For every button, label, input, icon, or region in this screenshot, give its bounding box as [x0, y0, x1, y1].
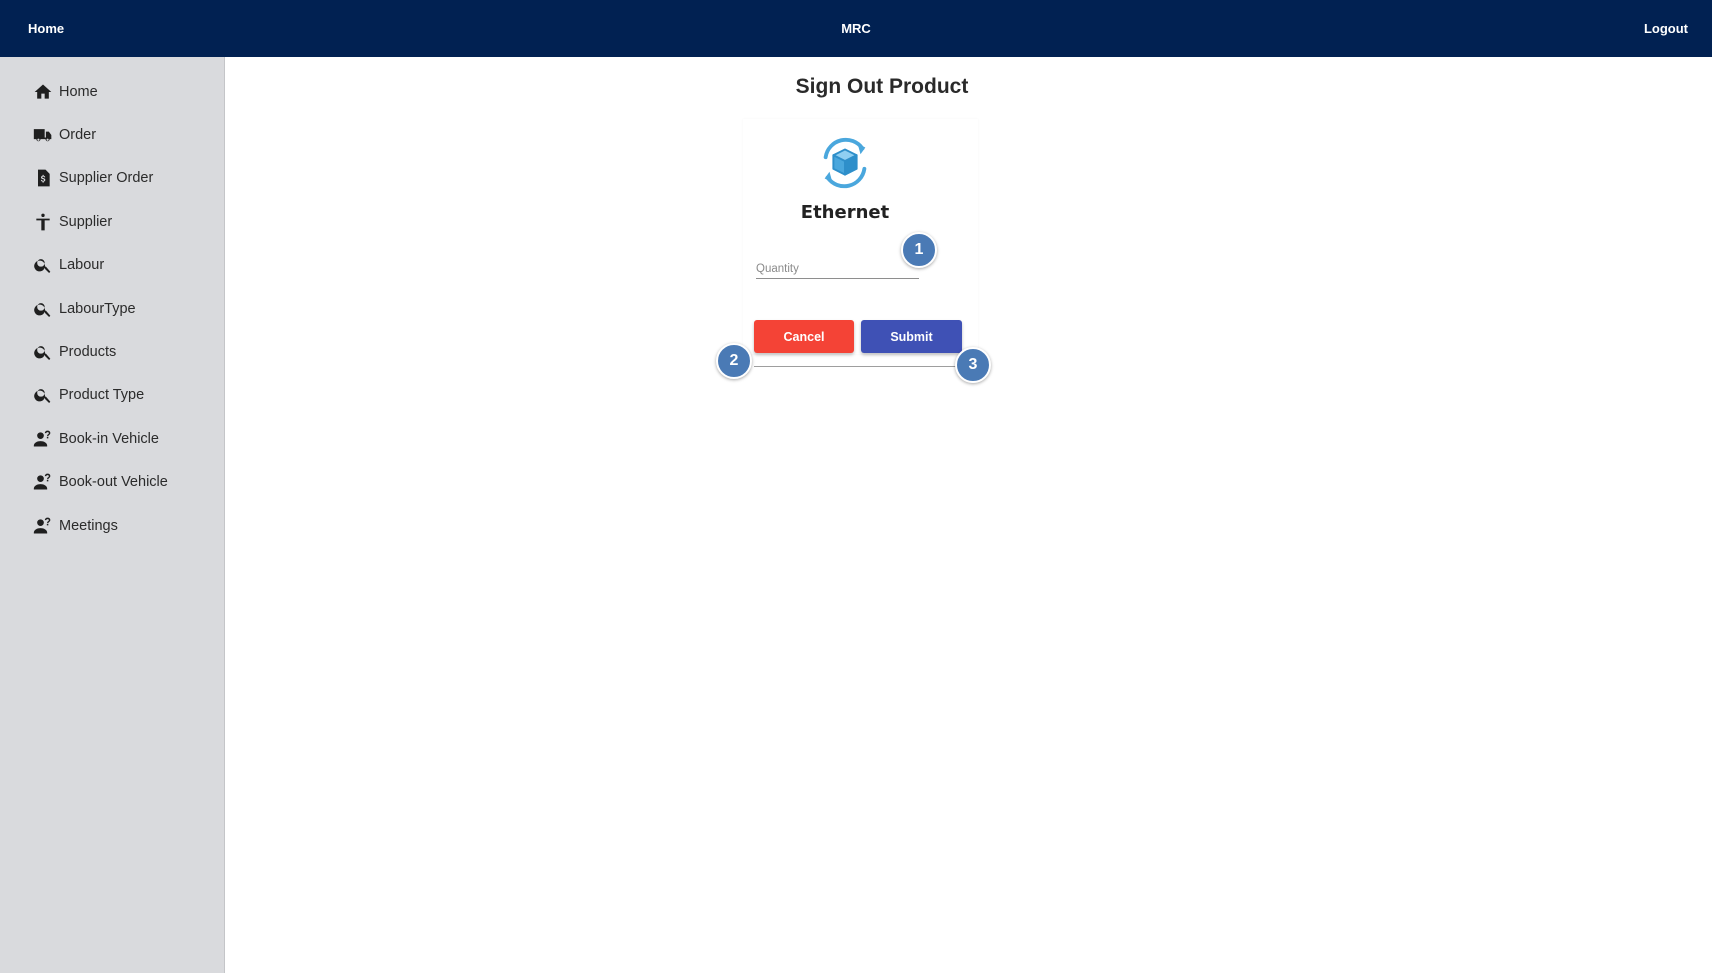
sidebar-item-home[interactable]: Home: [0, 70, 224, 113]
home-link[interactable]: Home: [28, 0, 64, 57]
submit-button[interactable]: Submit: [861, 320, 962, 353]
annotation-marker-3: 3: [955, 347, 991, 383]
search-icon: [33, 342, 53, 362]
sidebar-item-supplier[interactable]: Supplier: [0, 200, 224, 243]
sidebar-item-labour[interactable]: Labour: [0, 244, 224, 287]
sidebar-item-label: LabourType: [59, 300, 136, 317]
sidebar-item-supplier-order[interactable]: Supplier Order: [0, 157, 224, 200]
sidebar-item-label: Supplier: [59, 213, 113, 230]
sidebar-item-label: Labour: [59, 257, 105, 274]
home-icon: [33, 82, 53, 102]
search-icon: [33, 255, 53, 275]
quantity-input[interactable]: [756, 253, 919, 279]
sidebar-item-order[interactable]: Order: [0, 113, 224, 156]
logout-link[interactable]: Logout: [1644, 0, 1688, 57]
person-icon: [33, 212, 53, 232]
truck-icon: [33, 125, 53, 145]
sidebar-item-label: Book-in Vehicle: [59, 430, 159, 447]
sidebar-item-label: Meetings: [59, 517, 118, 534]
sidebar-item-label: Home: [59, 83, 98, 100]
divider: [754, 366, 964, 367]
sidebar-item-book-out-vehicle[interactable]: Book-out Vehicle: [0, 461, 224, 504]
sidebar: Home Order Supplier Order Supplier Labou…: [0, 57, 225, 973]
annotation-marker-1: 1: [901, 232, 937, 268]
person-question-icon: [33, 429, 53, 449]
main-content: Sign Out Product Ethernet Cancel Submit …: [226, 57, 1712, 973]
product-name: Ethernet: [800, 202, 890, 223]
person-question-icon: [33, 472, 53, 492]
sidebar-item-products[interactable]: Products: [0, 330, 224, 373]
sidebar-item-label: Book-out Vehicle: [59, 474, 168, 491]
sidebar-item-meetings[interactable]: Meetings: [0, 504, 224, 547]
sidebar-item-labourtype[interactable]: LabourType: [0, 287, 224, 330]
person-question-icon: [33, 516, 53, 536]
sidebar-item-product-type[interactable]: Product Type: [0, 374, 224, 417]
brand-title: MRC: [841, 21, 871, 36]
cancel-button[interactable]: Cancel: [754, 320, 854, 353]
search-icon: [33, 385, 53, 405]
sidebar-item-book-in-vehicle[interactable]: Book-in Vehicle: [0, 417, 224, 460]
sidebar-item-label: Products: [59, 344, 117, 361]
sidebar-item-label: Product Type: [59, 387, 145, 404]
top-navbar: MRC Home Logout: [0, 0, 1712, 57]
sidebar-item-label: Order: [59, 127, 97, 144]
sidebar-item-label: Supplier Order: [59, 170, 154, 187]
search-icon: [33, 299, 53, 319]
invoice-dollar-icon: [33, 168, 53, 188]
page-title: Sign Out Product: [795, 75, 969, 98]
box-sync-icon: [814, 132, 876, 194]
annotation-marker-2: 2: [716, 343, 752, 379]
